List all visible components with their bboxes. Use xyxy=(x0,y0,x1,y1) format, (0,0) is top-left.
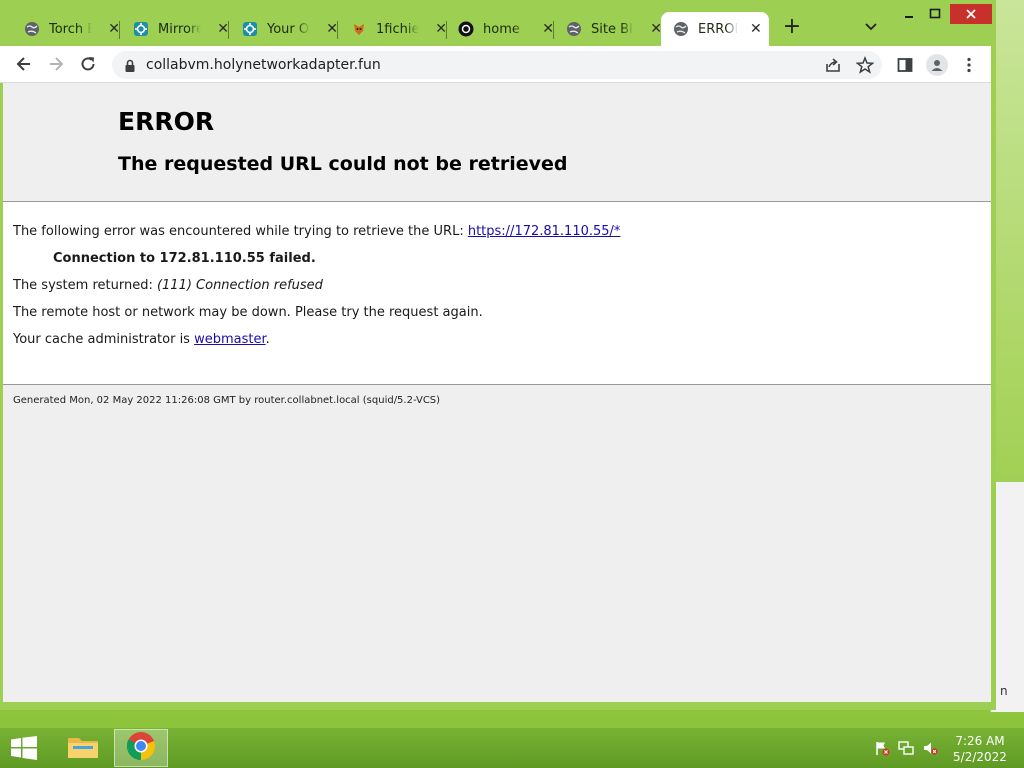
page-content: ERROR The requested URL could not be ret… xyxy=(3,83,991,702)
close-window-button[interactable] xyxy=(950,4,992,24)
chrome-icon xyxy=(126,731,156,765)
browser-window: Torch Browser ✕ Mirrored ✕ Your Online ✕ xyxy=(0,0,996,710)
gear-teal-icon xyxy=(242,21,258,37)
gear-teal-icon xyxy=(133,21,149,37)
system-clock[interactable]: 7:26 AM 5/2/2022 xyxy=(944,733,1016,765)
system-returned-value: (111) Connection refused xyxy=(156,278,323,293)
file-explorer-taskbar-button[interactable] xyxy=(56,729,110,767)
page-subtitle: The requested URL could not be retrieved xyxy=(118,153,568,175)
cache-admin-label: Your cache administrator is xyxy=(13,332,195,347)
forward-button[interactable] xyxy=(44,52,68,76)
tab-mirrored[interactable]: Mirrored ✕ xyxy=(113,12,229,46)
browser-toolbar: collabvm.holynetworkadapter.fun xyxy=(0,46,991,83)
error-description: The following error was encountered whil… xyxy=(13,224,620,239)
profile-avatar-icon[interactable] xyxy=(926,54,948,76)
bookmark-star-icon[interactable] xyxy=(854,54,876,76)
connection-failed-text: Connection to 172.81.110.55 failed. xyxy=(53,251,316,266)
system-returned: The system returned: (111) Connection re… xyxy=(13,278,323,293)
kebab-menu-icon[interactable] xyxy=(958,54,980,76)
remote-down-text: The remote host or network may be down. … xyxy=(13,305,483,320)
close-tab-icon[interactable]: ✕ xyxy=(750,21,762,37)
black-circle-icon xyxy=(458,21,474,37)
tab-strip: Torch Browser ✕ Mirrored ✕ Your Online ✕ xyxy=(0,0,996,46)
address-bar-url: collabvm.holynetworkadapter.fun xyxy=(146,57,381,73)
maximize-button[interactable] xyxy=(922,4,948,24)
reload-button[interactable] xyxy=(76,52,100,76)
generated-footer: Generated Mon, 02 May 2022 11:26:08 GMT … xyxy=(13,395,441,406)
tab-title: ERROR: xyxy=(698,21,738,37)
cache-admin-suffix: . xyxy=(265,332,270,347)
volume-muted-icon[interactable] xyxy=(922,740,938,756)
tab-search-chevron-icon[interactable] xyxy=(862,18,880,36)
address-bar[interactable]: collabvm.holynetworkadapter.fun xyxy=(112,51,882,79)
lock-icon[interactable] xyxy=(124,58,136,72)
tab-your-online[interactable]: Your Online ✕ xyxy=(222,12,338,46)
globe-icon xyxy=(566,21,582,37)
page-title: ERROR xyxy=(118,107,215,136)
requested-url-link[interactable]: https://172.81.110.55/* xyxy=(468,224,621,239)
tab-site-blocked[interactable]: Site Blocked ✕ xyxy=(546,12,662,46)
globe-icon xyxy=(673,21,689,37)
folder-icon xyxy=(66,732,100,764)
error-description-text: The following error was encountered whil… xyxy=(13,224,468,239)
tab-error-active[interactable]: ERROR: ✕ xyxy=(661,12,769,46)
back-button[interactable] xyxy=(12,52,36,76)
tab-1fichier[interactable]: 1fichier ✕ xyxy=(331,12,447,46)
tab-title: Site Blocked xyxy=(591,21,634,37)
background-window-text: n xyxy=(1000,684,1008,698)
error-header: ERROR The requested URL could not be ret… xyxy=(3,83,991,202)
share-icon[interactable] xyxy=(822,54,844,76)
side-panel-icon[interactable] xyxy=(894,54,916,76)
tab-title: home - xyxy=(483,21,527,37)
minimize-button[interactable] xyxy=(896,4,922,24)
tab-title: Mirrored xyxy=(158,21,202,37)
start-button[interactable] xyxy=(10,736,38,760)
browser-frame-bottom xyxy=(0,702,996,710)
action-center-flag-icon[interactable] xyxy=(874,740,890,756)
clock-date: 5/2/2022 xyxy=(953,750,1007,764)
tab-home[interactable]: home - ✕ xyxy=(438,12,554,46)
new-tab-button[interactable]: + xyxy=(780,16,804,40)
system-returned-label: The system returned: xyxy=(13,278,157,293)
network-icon[interactable] xyxy=(898,740,914,756)
clock-time: 7:26 AM xyxy=(955,734,1005,748)
taskbar: 7:26 AM 5/2/2022 xyxy=(0,728,1024,768)
fox-icon xyxy=(351,21,367,37)
tab-title: 1fichier xyxy=(376,21,420,37)
error-body: The following error was encountered whil… xyxy=(3,202,991,385)
tab-torch-browser[interactable]: Torch Browser ✕ xyxy=(4,12,120,46)
cache-admin: Your cache administrator is webmaster. xyxy=(13,332,270,347)
globe-icon xyxy=(24,21,40,37)
chrome-taskbar-button[interactable] xyxy=(114,729,168,767)
tab-title: Your Online xyxy=(267,21,310,37)
webmaster-link[interactable]: webmaster xyxy=(194,332,266,347)
tab-title: Torch Browser xyxy=(49,21,93,37)
